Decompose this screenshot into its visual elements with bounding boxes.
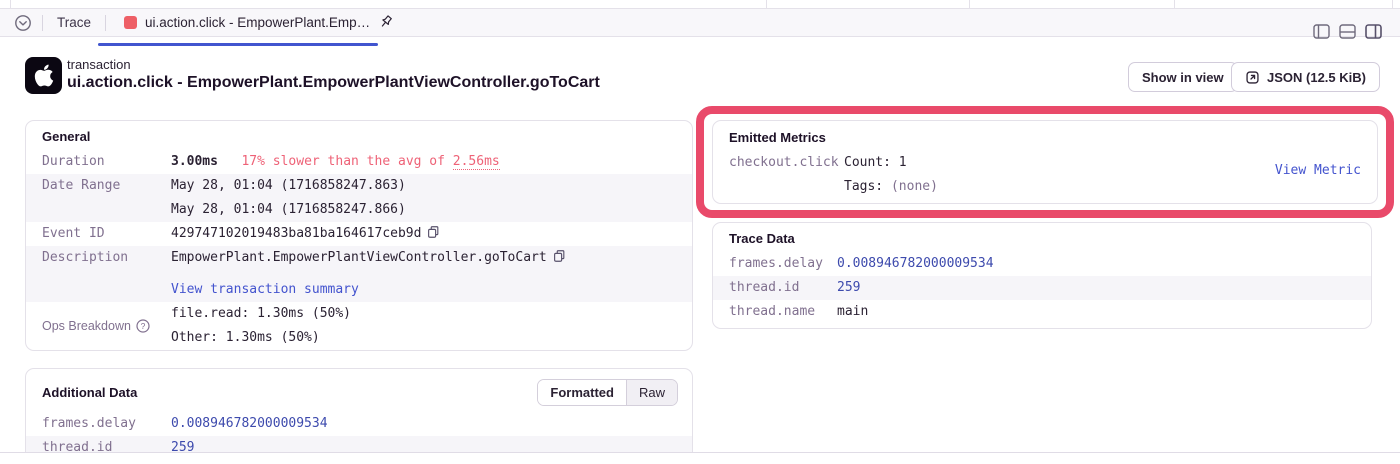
copy-icon[interactable] <box>426 225 440 239</box>
view-transaction-summary-link[interactable]: View transaction summary <box>171 282 359 297</box>
dock-bottom-icon[interactable] <box>1339 24 1356 39</box>
platform-apple-icon <box>25 57 62 94</box>
tab-divider <box>42 15 43 31</box>
duration-value: 3.00ms 17% slower than the avg of 2.56ms <box>171 150 692 174</box>
event-id-row: Event ID 429747102019483ba81ba164617ceb9… <box>26 222 692 246</box>
date-range-start: May 28, 01:04 (1716858247.863) <box>171 174 692 198</box>
transaction-type-icon <box>124 16 137 29</box>
viewport-bottom-edge <box>0 452 1400 464</box>
tab-trace[interactable]: Trace <box>53 15 95 30</box>
question-circle-icon[interactable]: ? <box>136 319 150 333</box>
dock-right-icon[interactable] <box>1365 24 1382 39</box>
ops-breakdown-label: Ops Breakdown <box>42 319 131 333</box>
trace-thread-name-value: main <box>837 300 1371 324</box>
date-range-end: May 28, 01:04 (1716858247.866) <box>171 198 692 222</box>
trace-frames-delay-value: 0.008946782000009534 <box>837 252 1371 276</box>
description-row: Description EmpowerPlant.EmpowerPlantVie… <box>26 246 692 302</box>
metric-tags-value: (none) <box>891 179 938 194</box>
table-row: thread.name main <box>713 300 1371 324</box>
trace-frames-delay-key: frames.delay <box>713 252 837 276</box>
metric-tags-label: Tags: <box>844 179 891 194</box>
trace-thread-id-key: thread.id <box>713 276 837 300</box>
formatted-toggle-button[interactable]: Formatted <box>538 380 627 405</box>
ops-breakdown-line1: file.read: 1.30ms (50%) <box>171 302 692 326</box>
additional-frames-delay-value: 0.008946782000009534 <box>171 412 692 436</box>
drawer-tab-bar: Trace ui.action.click - EmpowerPlant.Emp… <box>0 8 1400 37</box>
date-range-key: Date Range <box>26 174 171 198</box>
description-key: Description <box>26 246 171 270</box>
trace-thread-id-value: 259 <box>837 276 1371 300</box>
description-text: EmpowerPlant.EmpowerPlantViewController.… <box>171 250 547 265</box>
event-id-value: 429747102019483ba81ba164617ceb9d <box>171 222 692 246</box>
ops-breakdown-row: Ops Breakdown? file.read: 1.30ms (50%) O… <box>26 302 692 350</box>
table-row: thread.id 259 <box>713 276 1371 300</box>
date-range-row: Date Range May 28, 01:04 (1716858247.863… <box>26 174 692 222</box>
emitted-metrics-title: Emitted Metrics <box>713 121 1377 151</box>
general-section: General Duration 3.00ms 17% slower than … <box>25 120 693 351</box>
show-in-view-label: Show in view <box>1142 70 1224 85</box>
table-column-divider <box>969 0 970 8</box>
table-column-divider <box>766 0 767 8</box>
json-download-button[interactable]: JSON (12.5 KiB) <box>1231 62 1380 92</box>
view-metric-link[interactable]: View Metric <box>1275 163 1361 178</box>
format-toggle: Formatted Raw <box>537 379 678 406</box>
page-title: ui.action.click - EmpowerPlant.EmpowerPl… <box>67 74 600 92</box>
copy-icon[interactable] <box>552 249 566 263</box>
metric-details: Count: 1 Tags: (none) <box>844 151 938 199</box>
duration-ms: 3.00ms <box>171 154 218 169</box>
emitted-metric-row: checkout.click Count: 1 Tags: (none) Vie… <box>713 151 1377 199</box>
svg-text:?: ? <box>141 321 146 331</box>
event-id-hash: 429747102019483ba81ba164617ceb9d <box>171 226 421 241</box>
ops-breakdown-value: file.read: 1.30ms (50%) Other: 1.30ms (5… <box>171 302 692 350</box>
emitted-metrics-section: Emitted Metrics checkout.click Count: 1 … <box>712 120 1378 204</box>
active-tab-underline <box>98 43 378 46</box>
collapse-drawer-icon[interactable] <box>14 14 32 32</box>
ops-breakdown-key: Ops Breakdown? <box>26 314 171 338</box>
metric-count-value: 1 <box>899 155 907 170</box>
table-column-divider <box>1392 0 1393 8</box>
additional-data-section: Additional Data Formatted Raw frames.del… <box>25 368 693 464</box>
raw-toggle-button[interactable]: Raw <box>627 380 677 405</box>
json-button-label: JSON (12.5 KiB) <box>1267 70 1366 85</box>
event-type-label: transaction <box>67 57 131 72</box>
metric-count-label: Count: <box>844 155 899 170</box>
event-id-key: Event ID <box>26 222 171 246</box>
duration-row: Duration 3.00ms 17% slower than the avg … <box>26 150 692 174</box>
background-table-edge <box>0 0 1400 8</box>
pin-tab-icon[interactable] <box>378 14 395 31</box>
additional-frames-delay-key: frames.delay <box>26 412 171 436</box>
description-value: EmpowerPlant.EmpowerPlantViewController.… <box>171 246 692 302</box>
date-range-value: May 28, 01:04 (1716858247.863) May 28, 0… <box>171 174 692 222</box>
show-in-view-button[interactable]: Show in view <box>1128 62 1238 92</box>
active-tab-label: ui.action.click - EmpowerPlant.Emp… <box>145 15 370 30</box>
duration-key: Duration <box>26 150 171 174</box>
tab-divider <box>105 15 106 31</box>
general-title: General <box>26 121 692 150</box>
tab-active-transaction[interactable]: ui.action.click - EmpowerPlant.Emp… <box>116 9 403 36</box>
metric-name: checkout.click <box>729 151 844 175</box>
dock-left-icon[interactable] <box>1313 24 1330 39</box>
ops-breakdown-line2: Other: 1.30ms (50%) <box>171 326 692 350</box>
external-link-icon <box>1245 70 1260 85</box>
duration-comparison: 17% slower than the avg of <box>241 154 452 169</box>
span-detail-drawer: Trace ui.action.click - EmpowerPlant.Emp… <box>0 0 1400 464</box>
table-row: frames.delay 0.008946782000009534 <box>26 412 692 436</box>
duration-average[interactable]: 2.56ms <box>453 154 500 170</box>
table-column-divider <box>10 0 11 8</box>
table-column-divider <box>1174 0 1175 8</box>
trace-thread-name-key: thread.name <box>713 300 837 324</box>
table-row: frames.delay 0.008946782000009534 <box>713 252 1371 276</box>
trace-data-section: Trace Data frames.delay 0.00894678200000… <box>712 222 1372 329</box>
trace-data-title: Trace Data <box>713 223 1371 252</box>
